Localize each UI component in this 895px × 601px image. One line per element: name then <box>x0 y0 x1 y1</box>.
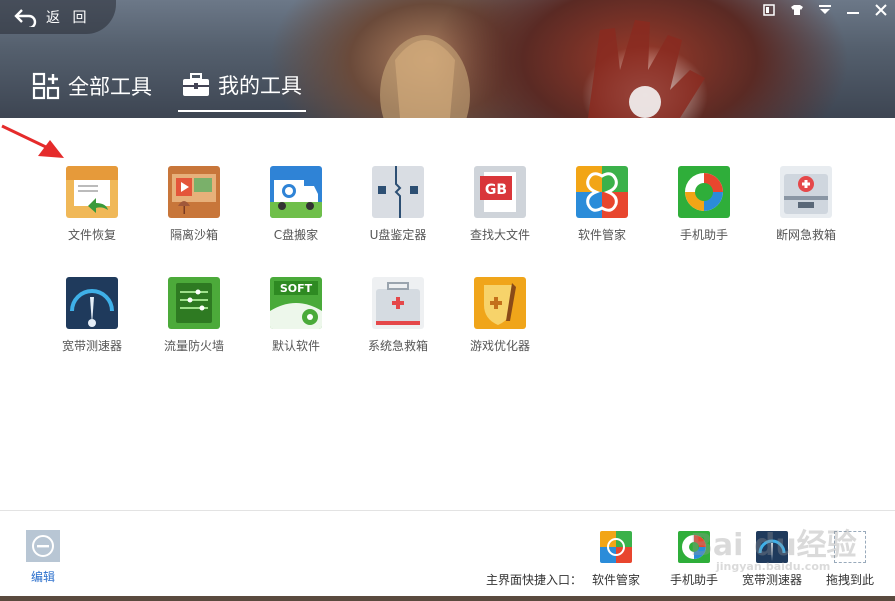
tool-label: C盘搬家 <box>273 228 319 242</box>
close-icon[interactable] <box>873 2 889 18</box>
file-restore-icon <box>66 166 118 218</box>
shortcut-label: 拖拽到此 <box>826 573 875 587</box>
speed-test-icon <box>756 531 788 563</box>
drop-zone-icon <box>834 531 866 563</box>
tool-default-software[interactable]: SOFT 默认软件 <box>249 277 343 354</box>
back-arrow-icon <box>14 9 37 27</box>
tool-label: 软件管家 <box>577 228 626 242</box>
tool-c-drive-move[interactable]: C盘搬家 <box>249 166 343 243</box>
tool-label: 游戏优化器 <box>469 339 530 353</box>
traffic-firewall-icon <box>168 277 220 329</box>
header-banner: 返 回 全部工具 我的工具 <box>0 0 895 118</box>
tool-file-restore[interactable]: 文件恢复 <box>45 166 139 243</box>
tab-my-tools[interactable]: 我的工具 <box>178 70 306 112</box>
footer-divider <box>0 510 895 511</box>
tool-label: 系统急救箱 <box>367 339 428 353</box>
toolbox-icon <box>183 73 209 96</box>
default-software-icon: SOFT <box>270 277 322 329</box>
shortcut-label: 宽带测速器 <box>742 573 803 587</box>
network-rescue-icon <box>780 166 832 218</box>
tab-label: 我的工具 <box>218 74 302 98</box>
usb-checker-icon <box>372 166 424 218</box>
tool-label: 流量防火墙 <box>163 339 224 353</box>
svg-text:SOFT: SOFT <box>280 282 313 295</box>
software-manager-icon <box>576 166 628 218</box>
phone-assistant-icon <box>678 166 730 218</box>
back-button[interactable]: 返 回 <box>0 0 116 34</box>
tool-sandbox[interactable]: 隔离沙箱 <box>147 166 241 243</box>
tool-label: 断网急救箱 <box>775 228 836 242</box>
tool-system-rescue[interactable]: 系统急救箱 <box>351 277 445 354</box>
tool-label: 默认软件 <box>271 339 320 353</box>
tab-bar: 全部工具 我的工具 <box>28 70 306 112</box>
shortcut-speed-test[interactable]: 宽带测速器 <box>742 531 802 588</box>
menu-icon[interactable] <box>817 2 833 18</box>
edit-label: 编辑 <box>30 570 55 584</box>
edit-button[interactable]: 编辑 <box>26 530 60 585</box>
shortcut-phone-assistant[interactable]: 手机助手 <box>670 531 718 588</box>
shortcut-drop-zone[interactable]: 拖拽到此 <box>826 531 874 588</box>
tool-label: 隔离沙箱 <box>169 228 218 242</box>
shortcut-label: 软件管家 <box>592 573 641 587</box>
tool-software-manager[interactable]: 软件管家 <box>555 166 649 243</box>
tool-label: U盘鉴定器 <box>369 228 427 242</box>
tab-label: 全部工具 <box>68 75 152 99</box>
shirt-icon[interactable] <box>789 2 805 18</box>
tool-speed-test[interactable]: 宽带测速器 <box>45 277 139 354</box>
svg-text:GB: GB <box>485 182 507 198</box>
game-optimizer-icon <box>474 277 526 329</box>
bottom-strip <box>0 596 895 601</box>
tool-label: 手机助手 <box>679 228 728 242</box>
tool-usb-checker[interactable]: U盘鉴定器 <box>351 166 445 243</box>
shortcut-software-manager[interactable]: 软件管家 <box>592 531 640 588</box>
tab-all-tools[interactable]: 全部工具 <box>28 70 156 112</box>
tool-game-optimizer[interactable]: 游戏优化器 <box>453 277 547 354</box>
back-label: 返 回 <box>46 10 91 26</box>
quick-entry-label: 主界面快捷入口： <box>486 573 583 587</box>
software-manager-icon <box>600 531 632 563</box>
minimize-icon[interactable] <box>845 2 861 18</box>
speed-test-icon <box>66 277 118 329</box>
minus-circle-icon <box>26 530 60 562</box>
shortcut-label: 手机助手 <box>670 573 719 587</box>
skin-icon[interactable] <box>761 2 777 18</box>
tool-traffic-firewall[interactable]: 流量防火墙 <box>147 277 241 354</box>
tool-label: 宽带测速器 <box>61 339 122 353</box>
c-drive-move-icon <box>270 166 322 218</box>
red-arrow-annotation <box>1 124 64 158</box>
big-file-finder-icon: GB <box>474 166 526 218</box>
grid-plus-icon <box>32 72 60 100</box>
tool-network-rescue[interactable]: 断网急救箱 <box>759 166 853 243</box>
tool-label: 查找大文件 <box>469 228 530 242</box>
system-rescue-icon <box>372 277 424 329</box>
phone-assistant-icon <box>678 531 710 563</box>
tool-big-file-finder[interactable]: GB 查找大文件 <box>453 166 547 243</box>
window-controls <box>761 2 889 18</box>
tool-label: 文件恢复 <box>67 228 116 242</box>
sandbox-icon <box>168 166 220 218</box>
tool-phone-assistant[interactable]: 手机助手 <box>657 166 751 243</box>
